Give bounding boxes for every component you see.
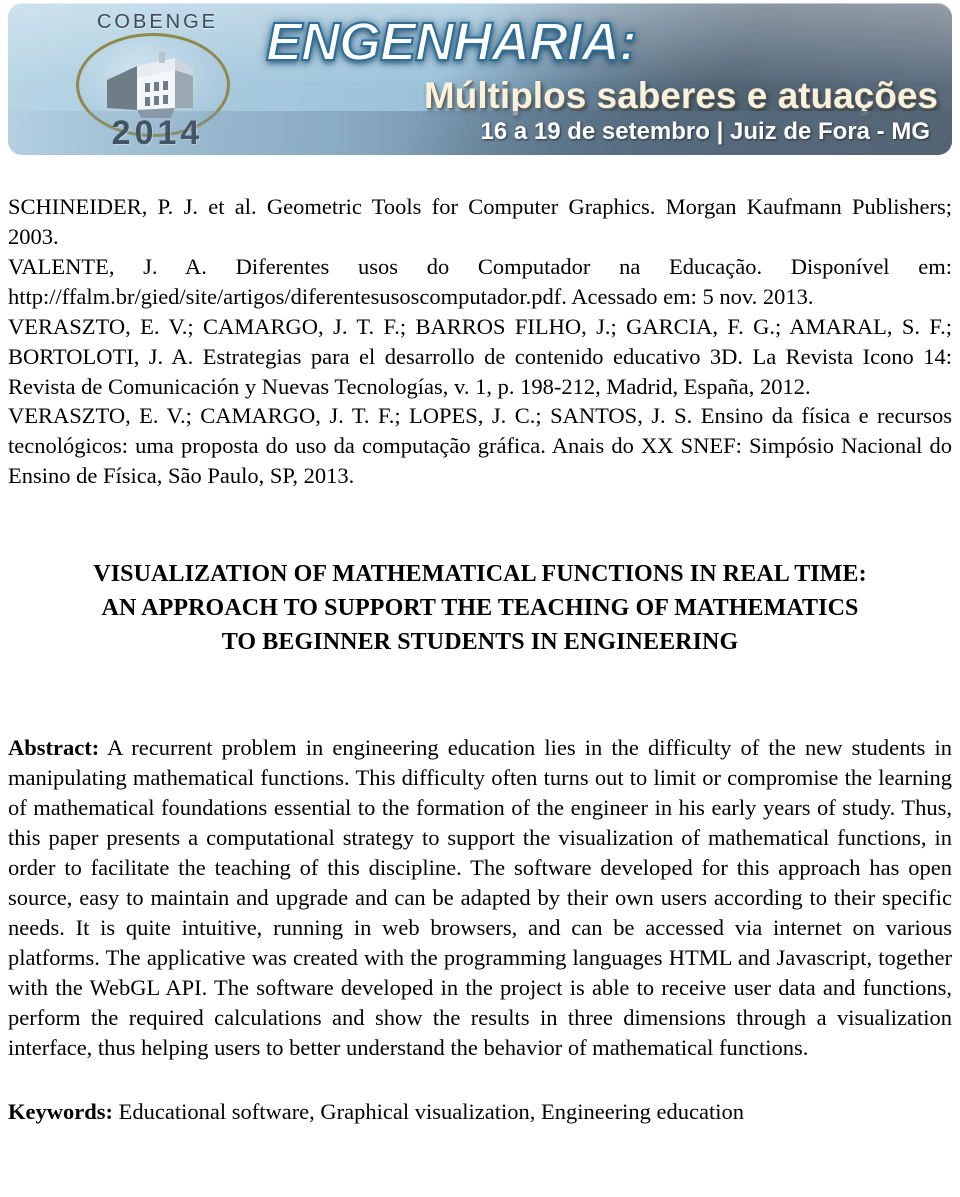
abstract-label: Abstract: [8, 735, 100, 761]
abstract-section: Abstract: A recurrent problem in enginee… [8, 733, 952, 1062]
logo-wordmark: COBENGE [96, 11, 219, 33]
conference-banner: COBENGE 2014 ENGENHARIA: Múltiplos saber… [8, 3, 952, 155]
reference-entry: VERASZTO, E. V.; CAMARGO, J. T. F.; BARR… [8, 313, 952, 399]
keywords-section: Keywords: Educational software, Graphica… [8, 1097, 952, 1127]
reference-entry: VALENTE, J. A. Diferentes usos do Comput… [8, 253, 952, 309]
references-list: SCHINEIDER, P. J. et al. Geometric Tools… [8, 192, 952, 491]
reference-entry: VERASZTO, E. V.; CAMARGO, J. T. F.; LOPE… [8, 403, 952, 489]
banner-title: ENGENHARIA: [265, 11, 638, 73]
paper-title-line: VISUALIZATION OF MATHEMATICAL FUNCTIONS … [93, 561, 867, 588]
paper-title-line: AN APPROACH TO SUPPORT THE TEACHING OF M… [101, 595, 859, 622]
paper-title-line: TO BEGINNER STUDENTS IN ENGINEERING [221, 629, 739, 656]
keywords-body: Educational software, Graphical visualiz… [118, 1098, 745, 1124]
banner-date-location: 16 a 19 de setembro | Juiz de Fora - MG [480, 118, 930, 145]
abstract-body: A recurrent problem in engineering educa… [8, 735, 952, 1060]
document-page: SCHINEIDER, P. J. et al. Geometric Tools… [8, 192, 952, 1127]
keywords-label: Keywords: [8, 1098, 113, 1124]
reference-entry: SCHINEIDER, P. J. et al. Geometric Tools… [8, 194, 952, 249]
paper-title: VISUALIZATION OF MATHEMATICAL FUNCTIONS … [8, 557, 952, 659]
